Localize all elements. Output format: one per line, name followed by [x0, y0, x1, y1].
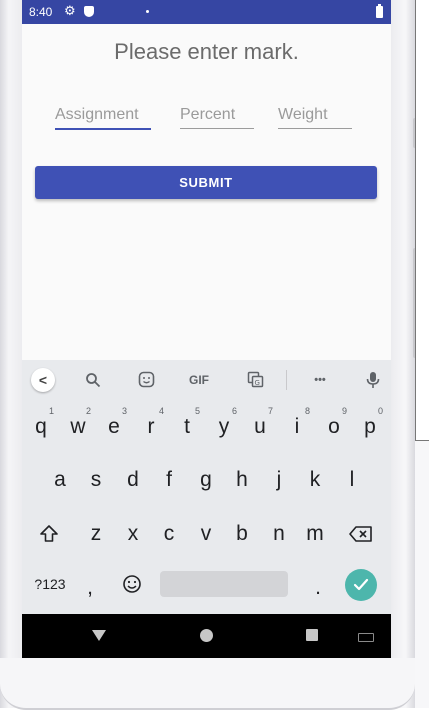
key-r[interactable]: r4 — [134, 405, 168, 449]
key-w[interactable]: w2 — [61, 405, 95, 449]
key-m[interactable]: m — [298, 512, 332, 556]
keyboard-switch-icon[interactable] — [358, 633, 374, 642]
toolbar-divider — [286, 370, 287, 390]
assignment-input[interactable] — [55, 104, 151, 126]
key-q[interactable]: q1 — [24, 405, 58, 449]
weight-input[interactable] — [278, 104, 352, 126]
key-n[interactable]: n — [262, 512, 296, 556]
period-key[interactable]: . — [308, 566, 328, 610]
key-e[interactable]: e3 — [97, 405, 131, 449]
gif-button[interactable]: GIF — [184, 368, 214, 392]
key-h[interactable]: h — [225, 458, 259, 502]
svg-text:G: G — [254, 379, 259, 387]
phone-screen: 8:40 ⚙ Please enter mark. SUBMIT < — [22, 0, 391, 658]
device-right-bezel — [391, 0, 415, 708]
mic-icon[interactable] — [361, 368, 385, 392]
page-title: Please enter mark. — [114, 39, 299, 64]
device-bottom-bezel — [0, 658, 415, 710]
navigation-bar — [22, 614, 391, 658]
nav-back-icon[interactable] — [92, 630, 106, 641]
status-bar: 8:40 ⚙ — [22, 0, 391, 24]
space-key[interactable] — [160, 571, 288, 597]
key-a[interactable]: a — [43, 458, 77, 502]
device-left-bezel — [0, 0, 22, 708]
key-k[interactable]: k — [298, 458, 332, 502]
sticker-icon[interactable] — [134, 368, 158, 392]
key-p[interactable]: p0 — [353, 405, 387, 449]
check-icon[interactable] — [345, 569, 377, 601]
key-t[interactable]: t5 — [170, 405, 204, 449]
key-g[interactable]: g — [189, 458, 223, 502]
percent-input[interactable] — [180, 104, 254, 126]
key-f[interactable]: f — [152, 458, 186, 502]
keyboard-toolbar: < GIF G ••• — [22, 360, 391, 400]
key-z[interactable]: z — [79, 512, 113, 556]
comma-key[interactable]: , — [80, 566, 100, 610]
nav-recents-icon[interactable] — [306, 629, 318, 641]
key-l[interactable]: l — [335, 458, 369, 502]
key-v[interactable]: v — [189, 512, 223, 556]
translate-icon[interactable]: G — [243, 368, 267, 392]
side-panel — [415, 0, 429, 441]
collapse-toolbar-button[interactable]: < — [31, 368, 55, 392]
key-i[interactable]: i8 — [280, 405, 314, 449]
key-o[interactable]: o9 — [317, 405, 351, 449]
submit-button[interactable]: SUBMIT — [35, 166, 377, 199]
key-c[interactable]: c — [152, 512, 186, 556]
key-d[interactable]: d — [116, 458, 150, 502]
symbols-key[interactable]: ?123 — [30, 562, 70, 606]
emoji-icon[interactable] — [115, 562, 149, 606]
assignment-field[interactable] — [55, 104, 151, 130]
more-options-icon[interactable]: ••• — [306, 368, 334, 392]
weight-field[interactable] — [278, 104, 352, 129]
soft-keyboard: < GIF G ••• q1 w2 e3 r 4 t 5 y 6 u 7 i 8… — [22, 360, 391, 614]
notification-dot-icon — [146, 10, 149, 13]
key-b[interactable]: b — [225, 512, 259, 556]
nav-home-icon[interactable] — [200, 629, 213, 642]
key-y[interactable]: y6 — [207, 405, 241, 449]
key-x[interactable]: x — [116, 512, 150, 556]
key-j[interactable]: j — [262, 458, 296, 502]
backspace-icon[interactable] — [344, 512, 378, 556]
battery-icon — [376, 4, 383, 18]
status-time: 8:40 — [29, 5, 53, 19]
shield-icon — [84, 6, 94, 17]
search-icon[interactable] — [81, 368, 105, 392]
gear-icon: ⚙ — [64, 3, 76, 18]
device-frame: 8:40 ⚙ Please enter mark. SUBMIT < — [0, 0, 429, 710]
key-u[interactable]: u7 — [243, 405, 277, 449]
percent-field[interactable] — [180, 104, 254, 129]
key-s[interactable]: s — [79, 458, 113, 502]
shift-icon[interactable] — [32, 512, 66, 556]
